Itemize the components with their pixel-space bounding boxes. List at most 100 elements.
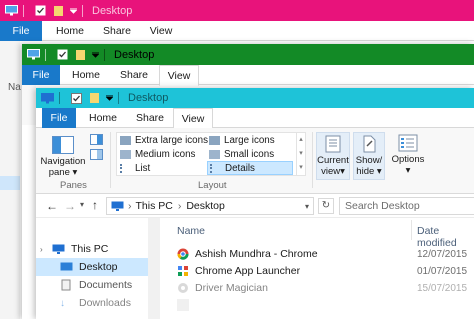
desktop-icon [60,262,74,272]
current-view-label-line2: view [321,166,341,177]
middle-window-ribbon [22,85,36,125]
navigation-pane-button[interactable]: Navigation pane ▾ [38,136,88,180]
small-icons-icon [209,150,220,159]
front-ribbon-tabs: File Home Share View [36,108,474,129]
tab-share[interactable]: Share [114,65,154,85]
show-hide-button[interactable]: Show/ hide ▾ [353,132,385,180]
file-row[interactable]: Chrome App Launcher 01/07/2015 [167,263,474,279]
window-title: Desktop [114,48,155,61]
recent-dropdown-icon[interactable]: ▾ [80,200,84,209]
tab-share[interactable]: Share [129,108,171,128]
monitor-icon [26,48,40,62]
options-icon [398,134,418,152]
app-launcher-icon [177,265,189,277]
downloads-icon: ↓ [60,297,65,309]
documents-icon [60,279,74,291]
new-folder-icon[interactable] [73,48,87,62]
current-view-label-2: view▾ [321,166,345,177]
this-pc-monitor-icon [111,201,124,211]
expand-chevron-icon[interactable]: › [40,245,52,254]
show-hide-label-line2: hide [356,166,375,177]
navigation-pane: › This PC Desktop Documents ↓ Downloads [36,218,148,319]
tab-home[interactable]: Home [50,21,90,41]
details-pane-icon[interactable] [90,149,103,160]
refresh-icon[interactable]: ↻ [318,198,334,214]
details-icon [210,163,221,173]
front-window: Desktop File Home Share View Navigation … [36,88,474,319]
preview-pane-icon[interactable] [90,134,103,145]
breadcrumb-separator: › [177,200,182,212]
customize-dropdown-icon[interactable] [105,91,113,105]
layout-item-label: List [135,163,151,174]
tab-file[interactable]: File [22,65,60,85]
nav-item-label: Desktop [79,261,118,273]
extra-large-icons-icon [120,136,131,145]
file-name: Driver Magician [195,282,268,294]
nav-item-label: Documents [79,279,133,291]
monitor-icon [4,4,18,18]
back-ribbon-tabs: File Home Share View [0,21,474,41]
file-name: Chrome App Launcher [195,265,301,277]
breadcrumb-desktop[interactable]: Desktop [186,200,225,212]
file-row[interactable] [167,297,474,313]
address-dropdown-icon[interactable]: ▾ [305,202,309,211]
properties-check-icon[interactable] [33,4,47,18]
file-row[interactable]: Ashish Mundhra - Chrome 12/07/2015 [167,246,474,262]
medium-icons-icon [120,150,131,159]
view-ribbon: Navigation pane ▾ Panes Extra large icon… [36,128,474,194]
file-name: Ashish Mundhra - Chrome [195,248,318,260]
current-view-label: Current [317,155,349,166]
tab-home[interactable]: Home [66,65,106,85]
tab-home[interactable]: Home [83,108,123,128]
breadcrumb-this-pc[interactable]: This PC [136,200,173,212]
tab-view[interactable]: View [159,65,199,86]
tab-share[interactable]: Share [97,21,137,41]
title-separator [82,4,83,17]
layout-gallery-scroll[interactable]: ▴ ▾ ▾ [296,133,305,175]
current-view-button[interactable]: Current view▾ [316,132,350,180]
layout-small-icons[interactable]: Small icons [209,148,274,161]
address-bar[interactable]: › This PC › Desktop ▾ [106,197,314,215]
middle-ribbon-tabs: File Home Share View [22,65,474,86]
layout-group-label: Layout [198,180,227,191]
title-separator [23,4,24,17]
properties-check-icon[interactable] [55,48,69,62]
address-row: ← → ▾ ↑ › This PC › Desktop ▾ ↻ Search D… [36,194,474,218]
customize-dropdown-icon[interactable] [91,48,99,62]
search-input[interactable]: Search Desktop [339,197,474,215]
tab-file[interactable]: File [42,108,76,128]
chrome-icon [177,248,189,260]
nav-item-downloads[interactable]: ↓ Downloads [36,294,148,312]
layout-large-icons[interactable]: Large icons [209,134,275,147]
layout-item-label: Details [225,162,255,174]
options-label: Options [391,154,425,165]
tab-view[interactable]: View [142,21,180,41]
search-placeholder: Search Desktop [345,200,420,212]
customize-dropdown-icon[interactable] [69,4,77,18]
nav-item-desktop[interactable]: Desktop [36,258,148,276]
large-icons-icon [209,136,220,145]
partial-nav-label: Na [8,82,21,93]
layout-medium-icons[interactable]: Medium icons [120,148,195,161]
new-folder-icon[interactable] [87,91,101,105]
properties-check-icon[interactable] [69,91,83,105]
new-folder-icon[interactable] [51,4,65,18]
layout-extra-large-icons[interactable]: Extra large icons [120,134,208,147]
options-button[interactable]: Options ▾ [388,132,428,180]
show-hide-label: Show/ [355,155,383,166]
nav-pane-scrollbar[interactable] [148,218,160,319]
front-window-titlebar: Desktop [36,88,474,108]
column-divider [411,220,412,240]
layout-details[interactable]: Details [207,161,293,175]
tab-file[interactable]: File [0,21,42,41]
column-header-name[interactable]: Name [177,225,205,237]
nav-item-this-pc[interactable]: › This PC [36,240,148,258]
nav-item-documents[interactable]: Documents [36,276,148,294]
layout-list[interactable]: List [120,162,150,175]
tab-view[interactable]: View [173,108,213,129]
back-arrow-icon[interactable]: ← [46,199,58,213]
up-arrow-icon[interactable]: ↑ [92,198,98,212]
forward-arrow-icon[interactable]: → [64,199,76,213]
file-row[interactable]: Driver Magician 15/07/2015 [167,280,474,296]
panes-group-label: Panes [60,180,87,191]
